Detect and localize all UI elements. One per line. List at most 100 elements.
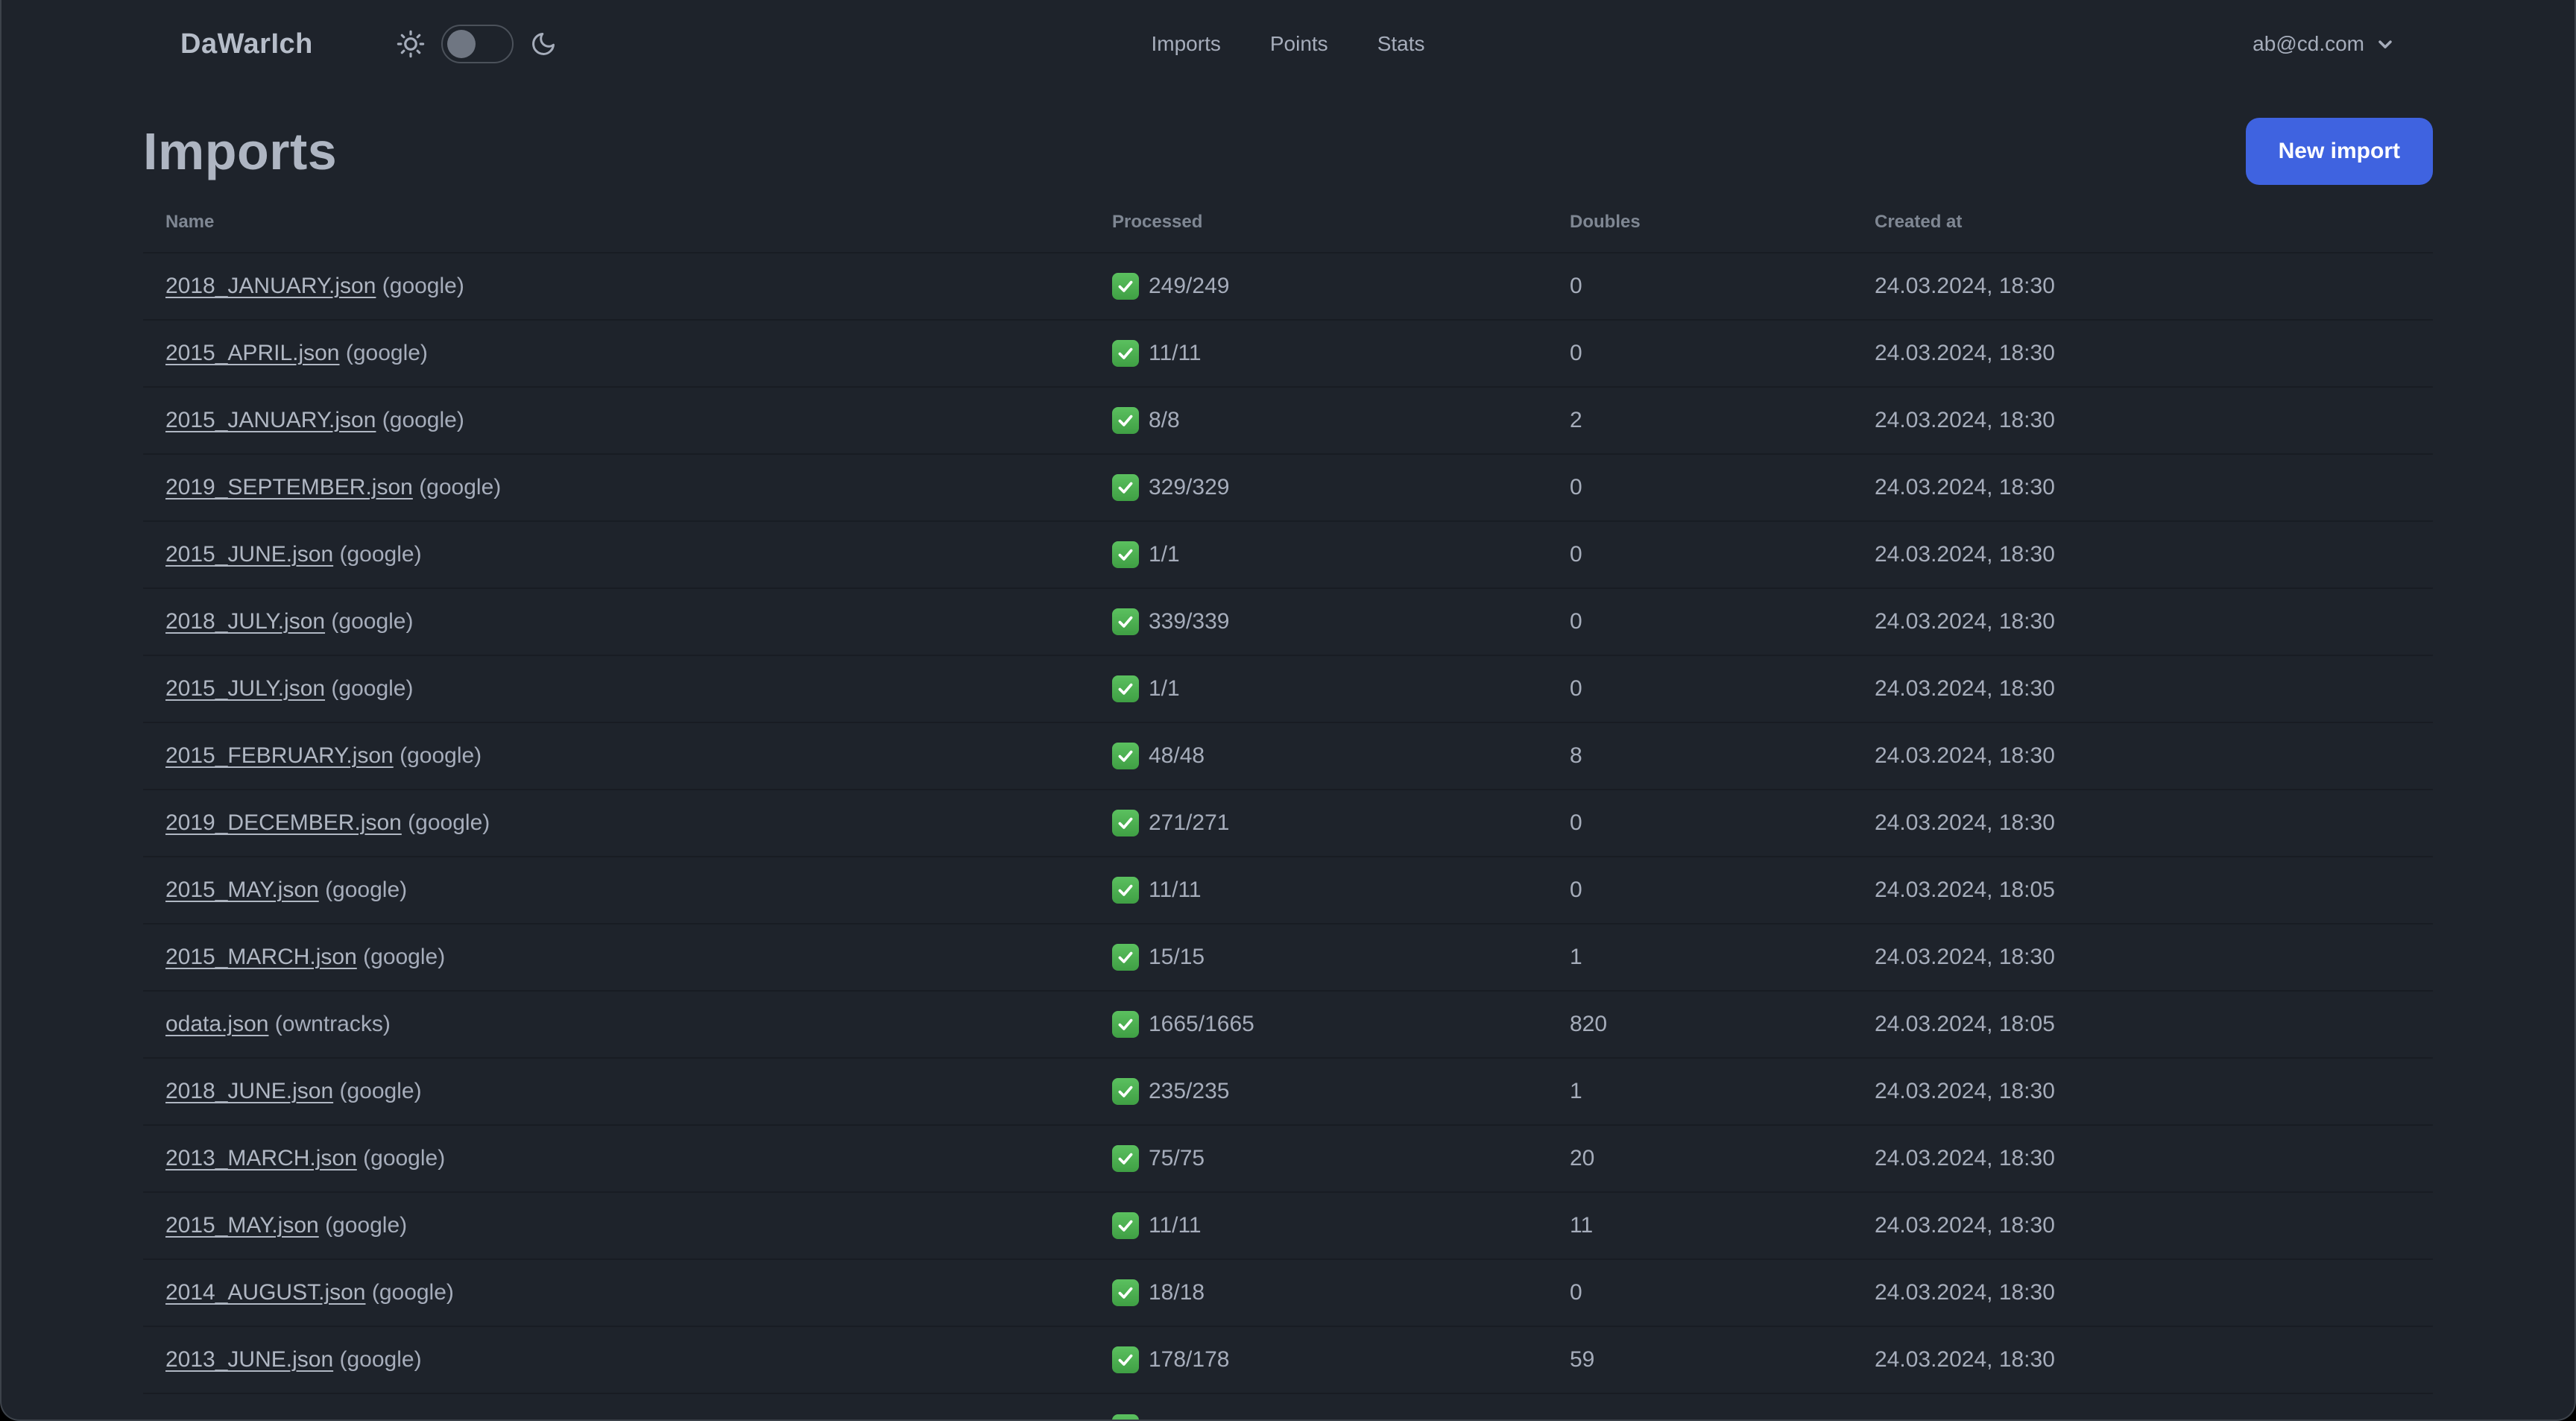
imports-table: Name Processed Doubles Created at 2018_J…: [143, 185, 2433, 1420]
import-name-link[interactable]: 2019_DECEMBER.json: [165, 810, 402, 835]
processed-cell: 1665/1665: [1090, 991, 1547, 1058]
doubles-count: 0: [1570, 274, 1582, 298]
success-check-icon: [1112, 474, 1139, 501]
success-check-icon: [1112, 1145, 1139, 1172]
import-name-link[interactable]: 2014_AUGUST.json: [165, 1280, 365, 1305]
import-source: (google): [339, 1079, 422, 1103]
processed-count: 249/249: [1149, 274, 1230, 298]
created-at: 24.03.2024, 18:30: [1875, 1213, 2055, 1238]
column-header-processed: Processed: [1112, 212, 1203, 232]
import-name-link[interactable]: odata.json: [165, 1012, 268, 1036]
theme-toggle[interactable]: [441, 25, 514, 63]
table-row: 2018_JULY.json (google) 339/339 0 24.03.…: [143, 588, 2433, 655]
theme-switcher: [397, 25, 557, 63]
import-name-link[interactable]: 2019_SEPTEMBER.json: [165, 475, 413, 500]
doubles-count: 1: [1570, 945, 1582, 969]
import-source: (google): [408, 810, 490, 835]
table-row: 2018_JANUARY.json (google) 249/249 0 24.…: [143, 253, 2433, 320]
success-check-icon: [1112, 1078, 1139, 1105]
table-header: Name Processed Doubles Created at: [143, 185, 2433, 253]
account-menu[interactable]: ab@cd.com: [2253, 32, 2396, 56]
import-name-link[interactable]: 2015_APRIL.json: [165, 341, 340, 365]
imports-page: Imports New import Name Processed Double…: [143, 88, 2433, 1420]
success-check-icon: [1112, 1346, 1139, 1373]
sun-icon: [397, 30, 425, 58]
name-cell: 2015_APRIL.json (google): [143, 320, 1090, 387]
import-name-link[interactable]: 2015_MARCH.json: [165, 945, 357, 969]
processed-cell: 178/178: [1090, 1326, 1547, 1393]
column-header-name: Name: [165, 212, 215, 232]
name-cell: 2015_MAY.json (google): [143, 857, 1090, 924]
created-at: 24.03.2024, 18:30: [1875, 743, 2055, 768]
processed-count: 1/1: [1149, 542, 1180, 567]
doubles-count: 0: [1570, 878, 1582, 902]
import-name-link[interactable]: 2015_MAY.json: [165, 878, 319, 902]
doubles-count: 20: [1570, 1146, 1595, 1170]
import-name-link[interactable]: 2013_JUNE.json: [165, 1347, 333, 1372]
import-name-link[interactable]: 2015_JULY.json: [165, 676, 325, 701]
import-name-link[interactable]: 2015_JANUARY.json: [165, 408, 376, 432]
account-email: ab@cd.com: [2253, 32, 2364, 55]
page-title: Imports: [143, 122, 338, 180]
doubles-count: 0: [1570, 475, 1582, 500]
created-at: 24.03.2024, 18:30: [1875, 1280, 2055, 1305]
success-check-icon: [1112, 541, 1139, 568]
success-check-icon: [1112, 944, 1139, 971]
success-check-icon: [1112, 810, 1139, 836]
new-import-button[interactable]: New import: [2245, 118, 2433, 185]
doubles-count: 0: [1570, 1280, 1582, 1305]
processed-cell: 271/271: [1090, 790, 1547, 857]
processed-count: 75/75: [1149, 1146, 1205, 1170]
import-name-link[interactable]: 2018_JANUARY.json: [165, 274, 376, 298]
processed-cell: 11/11: [1090, 320, 1547, 387]
doubles-count: 0: [1570, 609, 1582, 634]
import-source: (google): [325, 878, 408, 902]
import-source: (google): [400, 743, 482, 768]
table-row: 2019_DECEMBER.json (google) 271/271 0 24…: [143, 790, 2433, 857]
import-name-link[interactable]: 2015_FEBRUARY.json: [165, 743, 394, 768]
table-row: 2015_MAY.json (google) 11/11 0 24.03.202…: [143, 857, 2433, 924]
table-row: 2015_APRIL.json (google) 11/11 0 24.03.2…: [143, 320, 2433, 387]
created-at: 24.03.2024, 18:30: [1875, 542, 2055, 567]
processed-cell: 1/1: [1090, 655, 1547, 722]
app-logo[interactable]: DaWarIch: [180, 28, 313, 60]
success-check-icon: [1112, 1011, 1139, 1038]
processed-cell: 249/249: [1090, 253, 1547, 320]
name-cell: 2018_JUNE.json (google): [143, 1058, 1090, 1125]
processed-cell: 18/18: [1090, 1259, 1547, 1326]
import-name-link[interactable]: 2018_JULY.json: [165, 609, 325, 634]
import-source: (google): [371, 1280, 454, 1305]
table-row: 2015_MARCH.json (google) 15/15 1 24.03.2…: [143, 924, 2433, 991]
table-row: odata.json (owntracks) 1665/1665 820 24.…: [143, 991, 2433, 1058]
table-row: 2015_JUNE.json (google) 1/1 0 24.03.2024…: [143, 521, 2433, 588]
processed-count: 15/15: [1149, 945, 1205, 969]
doubles-count: 0: [1570, 676, 1582, 701]
name-cell: 2019_DECEMBER.json (google): [143, 790, 1090, 857]
navbar: DaWarIch Imports Points Stats ab@cd.com: [1, 0, 2575, 88]
success-check-icon: [1112, 1212, 1139, 1239]
import-name-link[interactable]: 2013_MARCH.json: [165, 1146, 357, 1170]
processed-cell: 11/11: [1090, 857, 1547, 924]
import-name-link[interactable]: 2018_JUNE.json: [165, 1079, 333, 1103]
theme-toggle-knob: [446, 29, 476, 58]
processed-cell: 15/15: [1090, 924, 1547, 991]
name-cell: 2015_MAY.json (google): [143, 1192, 1090, 1259]
import-source: (google): [331, 609, 414, 634]
processed-cell: 8/8: [1090, 387, 1547, 454]
processed-count: 339/339: [1149, 609, 1230, 634]
processed-count: 48/48: [1149, 743, 1205, 768]
import-name-link[interactable]: 2015_JUNE.json: [165, 542, 333, 567]
doubles-count: 59: [1570, 1347, 1595, 1372]
success-check-icon: [1112, 877, 1139, 904]
table-row: 2015_FEBRUARY.json (google) 48/48 8 24.0…: [143, 722, 2433, 790]
import-name-link[interactable]: 2015_MAY.json: [165, 1213, 319, 1238]
processed-count: 1665/1665: [1149, 1012, 1254, 1036]
chevron-down-icon: [2375, 34, 2396, 54]
nav-link-stats[interactable]: Stats: [1377, 32, 1425, 56]
nav-link-imports[interactable]: Imports: [1152, 32, 1221, 56]
import-source: (google): [331, 676, 414, 701]
table-row: 2018_JUNE.json (google) 235/235 1 24.03.…: [143, 1058, 2433, 1125]
name-cell: 2015_JANUARY.json (google): [143, 387, 1090, 454]
navbar-left: DaWarIch: [180, 25, 557, 63]
nav-link-points[interactable]: Points: [1270, 32, 1328, 56]
